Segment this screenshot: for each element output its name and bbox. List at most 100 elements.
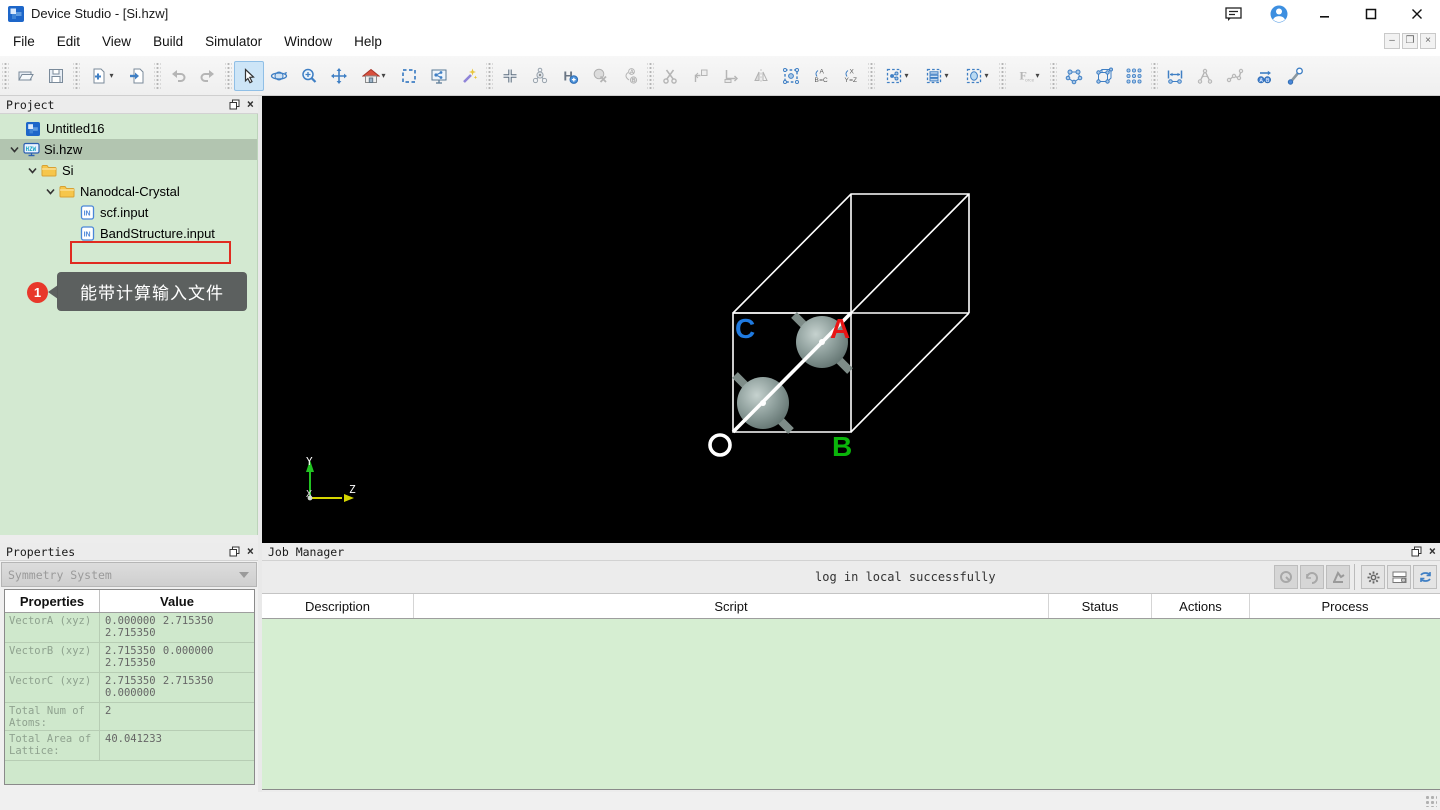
preview-screen-icon <box>430 67 448 85</box>
measure-distance-button[interactable] <box>1160 61 1190 91</box>
horizontal-splitter[interactable] <box>0 535 258 543</box>
toolbar-group-handle[interactable] <box>1050 63 1057 89</box>
job-settings-button[interactable] <box>1361 565 1385 589</box>
build-supercell-icon <box>1125 67 1143 85</box>
toolbar-group-handle[interactable] <box>647 63 654 89</box>
col-script[interactable]: Script <box>414 594 1049 618</box>
dropdown-arrow-icon[interactable]: ▾ <box>904 71 908 80</box>
dropdown-arrow-icon[interactable]: ▾ <box>109 71 113 80</box>
build-supercell-button[interactable] <box>1119 61 1149 91</box>
resize-grip[interactable] <box>1425 795 1437 807</box>
mdi-close-button[interactable]: × <box>1420 33 1436 49</box>
structure-viewport-3d[interactable]: C A B Y Z X <box>262 96 1440 543</box>
toolbar-group-handle[interactable] <box>868 63 875 89</box>
chevron-down-icon[interactable] <box>27 165 38 176</box>
menu-simulator[interactable]: Simulator <box>194 30 273 54</box>
add-hydrogen-button[interactable]: H <box>555 61 585 91</box>
tree-item-bandstructure-input[interactable]: IN BandStructure.input <box>0 223 257 244</box>
tree-item-si-folder[interactable]: Si <box>0 160 257 181</box>
job-refresh-button[interactable] <box>1413 565 1437 589</box>
menu-edit[interactable]: Edit <box>46 30 91 54</box>
menu-window[interactable]: Window <box>273 30 343 54</box>
toolbar-group-handle[interactable] <box>2 63 9 89</box>
tree-item-project-root[interactable]: Untitled16 <box>0 118 257 139</box>
dropdown-arrow-icon[interactable]: ▾ <box>984 71 988 80</box>
home-button[interactable]: ▾ <box>354 61 394 91</box>
properties-float-button[interactable] <box>229 546 240 557</box>
project-close-button[interactable]: × <box>247 98 254 110</box>
project-float-button[interactable] <box>229 99 240 110</box>
close-button[interactable] <box>1394 0 1440 28</box>
menu-file[interactable]: File <box>2 30 46 54</box>
annotation-callout: 能带计算输入文件 <box>57 272 247 311</box>
job-queue-button[interactable] <box>1387 565 1411 589</box>
toolbar-group-handle[interactable] <box>1151 63 1158 89</box>
new-file-button[interactable]: ▾ <box>82 61 122 91</box>
save-button[interactable] <box>41 61 71 91</box>
job-stop-button <box>1300 565 1324 589</box>
vector-ab-button[interactable]: AB <box>1250 61 1280 91</box>
cell-region-button[interactable]: ▾ <box>957 61 997 91</box>
dropdown-arrow-icon[interactable]: ▾ <box>1035 71 1039 80</box>
col-actions[interactable]: Actions <box>1152 594 1250 618</box>
menu-build[interactable]: Build <box>142 30 194 54</box>
mdi-minimize-button[interactable]: – <box>1384 33 1400 49</box>
toolbar-group-handle[interactable] <box>486 63 493 89</box>
rotate-view-button[interactable] <box>264 61 294 91</box>
chevron-down-icon[interactable] <box>9 144 20 155</box>
specular-highlight <box>819 339 825 345</box>
preview-screen-button[interactable] <box>424 61 454 91</box>
symmetry-system-select[interactable]: Symmetry System <box>1 562 257 587</box>
col-status[interactable]: Status <box>1049 594 1152 618</box>
molecule-region-button[interactable]: ▾ <box>877 61 917 91</box>
table-row[interactable]: VectorA (xyz) 0.000000 2.715350 2.715350 <box>5 613 254 643</box>
menu-view[interactable]: View <box>91 30 142 54</box>
new-file-icon <box>90 67 108 85</box>
properties-table: Properties Value VectorA (xyz) 0.000000 … <box>4 589 255 785</box>
job-manager-float-button[interactable] <box>1411 546 1422 557</box>
select-region-button[interactable] <box>394 61 424 91</box>
toolbar-group-handle[interactable] <box>999 63 1006 89</box>
properties-panel: Properties × Symmetry System Properties … <box>0 543 258 792</box>
align-layers-button[interactable]: ▾ <box>917 61 957 91</box>
user-account-button[interactable] <box>1256 0 1302 28</box>
add-atom-button[interactable] <box>525 61 555 91</box>
tree-item-scf-input[interactable]: IN scf.input <box>0 202 257 223</box>
build-bond-button[interactable] <box>1280 61 1310 91</box>
open-button[interactable] <box>11 61 41 91</box>
table-row[interactable]: VectorC (xyz) 2.715350 2.715350 0.000000 <box>5 673 254 703</box>
select-atoms-button[interactable] <box>776 61 806 91</box>
table-row[interactable]: VectorB (xyz) 2.715350 0.000000 2.715350 <box>5 643 254 673</box>
table-row[interactable]: Total Num of Atoms: 2 <box>5 703 254 731</box>
mdi-restore-button[interactable]: ❐ <box>1402 33 1418 49</box>
build-crystal-button[interactable] <box>1089 61 1119 91</box>
tree-item-si-hzw[interactable]: HZW Si.hzw <box>0 139 257 160</box>
swap-bc-button[interactable]: ABC <box>806 61 836 91</box>
import-button[interactable] <box>122 61 152 91</box>
maximize-button[interactable] <box>1348 0 1394 28</box>
dropdown-arrow-icon[interactable]: ▾ <box>381 71 385 80</box>
title-bar: Device Studio - [Si.hzw] <box>0 0 1440 28</box>
toolbar-group-handle[interactable] <box>154 63 161 89</box>
add-structure-button[interactable] <box>495 61 525 91</box>
feedback-chat-button[interactable] <box>1210 0 1256 28</box>
zoom-button[interactable] <box>294 61 324 91</box>
menu-help[interactable]: Help <box>343 30 393 54</box>
properties-close-button[interactable]: × <box>247 545 254 557</box>
build-molecule-button[interactable] <box>1059 61 1089 91</box>
col-description[interactable]: Description <box>262 594 414 618</box>
tree-item-nanodcal-folder[interactable]: Nanodcal-Crystal <box>0 181 257 202</box>
magic-wand-button[interactable] <box>454 61 484 91</box>
select-button[interactable] <box>234 61 264 91</box>
job-manager-close-button[interactable]: × <box>1429 545 1436 557</box>
toolbar-group-handle[interactable] <box>73 63 80 89</box>
job-pause-button <box>1274 565 1298 589</box>
toolbar-group-handle[interactable] <box>225 63 232 89</box>
pan-button[interactable] <box>324 61 354 91</box>
chevron-down-icon[interactable] <box>45 186 56 197</box>
table-row[interactable]: Total Area of Lattice: 40.041233 <box>5 731 254 761</box>
minimize-button[interactable] <box>1302 0 1348 28</box>
dropdown-arrow-icon[interactable]: ▾ <box>944 71 948 80</box>
swap-yz-button[interactable]: XYZ <box>836 61 866 91</box>
col-process[interactable]: Process <box>1250 594 1440 618</box>
